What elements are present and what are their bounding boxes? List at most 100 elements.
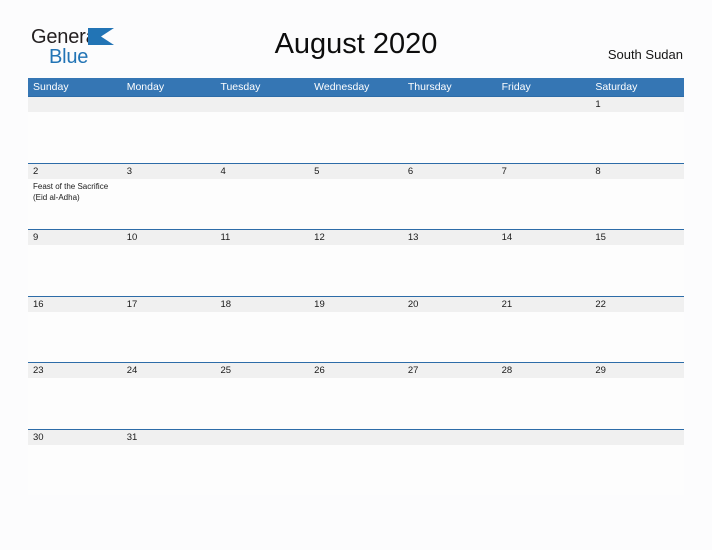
calendar-day-cell-empty [309,97,403,163]
day-number: 11 [215,230,310,245]
calendar-day-cell-empty [215,97,310,163]
calendar-day-cell-empty [402,429,497,496]
calendar-day-cell[interactable]: 16 [28,296,122,363]
day-number [215,429,310,445]
day-number: 28 [496,363,591,378]
calendar-day-cell[interactable]: 5 [309,163,403,230]
day-number: 23 [28,363,122,378]
day-number: 31 [121,429,216,445]
calendar-day-cell[interactable]: 27 [402,363,497,429]
calendar-day-cell[interactable]: 15 [590,230,685,296]
calendar-day-cell[interactable]: 20 [402,296,497,363]
weekday-thursday: Thursday [407,81,452,93]
calendar-day-cell[interactable]: 24 [121,363,216,429]
day-number [496,429,591,445]
calendar-day-cell[interactable]: 4 [215,163,310,230]
calendar-day-cell[interactable]: 28 [496,363,591,429]
calendar-day-cell-empty [215,429,310,496]
calendar-week-row: 9 10 11 12 13 14 15 [28,229,685,296]
weekday-monday: Monday [126,81,165,93]
calendar-day-cell-empty [28,97,122,163]
country-label: South Sudan [607,47,683,62]
calendar-week-row: 30 31 [28,428,685,496]
calendar-week-row: 23 24 25 26 27 28 29 [28,362,685,429]
day-number: 18 [215,296,310,312]
calendar-day-cell[interactable]: 1 [590,97,685,163]
calendar-day-cell[interactable]: 17 [121,296,216,363]
calendar-day-cell[interactable]: 21 [496,296,591,363]
holiday-label: Feast of the Sacrifice (Eid al-Adha) [33,181,109,202]
day-number: 4 [215,163,310,179]
day-number: 2 [28,163,122,179]
calendar-day-cell[interactable]: 11 [215,230,310,296]
day-number: 7 [496,163,591,179]
calendar-day-cell[interactable]: 6 [402,163,497,230]
calendar-table: Sunday Monday Tuesday Wednesday Thursday… [28,78,685,496]
day-number: 20 [402,296,497,312]
day-number: 9 [28,230,122,245]
day-number: 8 [590,163,685,179]
page-title: August 2020 [274,28,438,60]
calendar-day-cell[interactable]: 9 [28,230,122,296]
calendar-day-cell[interactable]: 12 [309,230,403,296]
weekday-header-row: Sunday Monday Tuesday Wednesday Thursday… [28,78,684,96]
calendar-day-cell[interactable]: 10 [121,230,216,296]
day-number [215,97,310,112]
calendar-weeks: 1 2 Feast of the Sacrifice (Eid al-Adha) 3 4… [28,96,685,496]
calendar-day-cell[interactable]: 31 [121,429,216,496]
day-number [121,97,216,112]
calendar-day-cell-empty [496,97,591,163]
day-number: 5 [309,163,403,179]
weekday-friday: Friday [501,81,531,93]
day-number [402,97,497,112]
day-number: 22 [590,296,685,312]
day-number: 24 [121,363,216,378]
calendar-day-cell[interactable]: 13 [402,230,497,296]
calendar-day-cell-empty [309,429,403,496]
weekday-saturday: Saturday [595,81,638,93]
day-number: 19 [309,296,403,312]
day-number: 26 [309,363,403,378]
day-number: 25 [215,363,310,378]
day-number [309,97,403,112]
page-header: General Blue August 2020 South Sudan [0,0,712,76]
calendar-day-cell[interactable]: 18 [215,296,310,363]
day-number: 13 [402,230,497,245]
day-number [309,429,403,445]
day-number: 10 [121,230,216,245]
weekday-tuesday: Tuesday [220,81,261,93]
calendar-day-cell[interactable]: 30 [28,429,122,496]
day-number: 30 [28,429,122,445]
day-number: 16 [28,296,122,312]
calendar-day-cell[interactable]: 22 [590,296,685,363]
calendar-day-cell[interactable]: 23 [28,363,122,429]
calendar-day-cell[interactable]: 8 [590,163,685,230]
day-number: 21 [496,296,591,312]
day-number [402,429,497,445]
day-number: 29 [590,363,685,378]
day-number: 17 [121,296,216,312]
day-number: 12 [309,230,403,245]
calendar-day-cell[interactable]: 7 [496,163,591,230]
calendar-week-row: 1 [28,96,685,163]
calendar-day-cell[interactable]: 25 [215,363,310,429]
day-number [590,429,685,445]
calendar-day-cell-empty [121,97,216,163]
day-number [28,97,122,112]
calendar-day-cell[interactable]: 2 Feast of the Sacrifice (Eid al-Adha) [28,163,122,230]
calendar-week-row: 16 17 18 19 20 21 22 [28,295,685,363]
calendar-day-cell-empty [496,429,591,496]
day-number: 15 [590,230,685,245]
calendar-day-cell[interactable]: 29 [590,363,685,429]
calendar-day-cell-empty [402,97,497,163]
calendar-day-cell-empty [590,429,685,496]
calendar-day-cell[interactable]: 19 [309,296,403,363]
day-number: 14 [496,230,591,245]
calendar-day-cell[interactable]: 26 [309,363,403,429]
calendar-day-cell[interactable]: 3 [121,163,216,230]
calendar-day-cell[interactable]: 14 [496,230,591,296]
calendar-week-row: 2 Feast of the Sacrifice (Eid al-Adha) 3 4 5… [28,162,685,230]
day-number: 27 [402,363,497,378]
weekday-sunday: Sunday [33,81,69,93]
day-number: 6 [402,163,497,179]
